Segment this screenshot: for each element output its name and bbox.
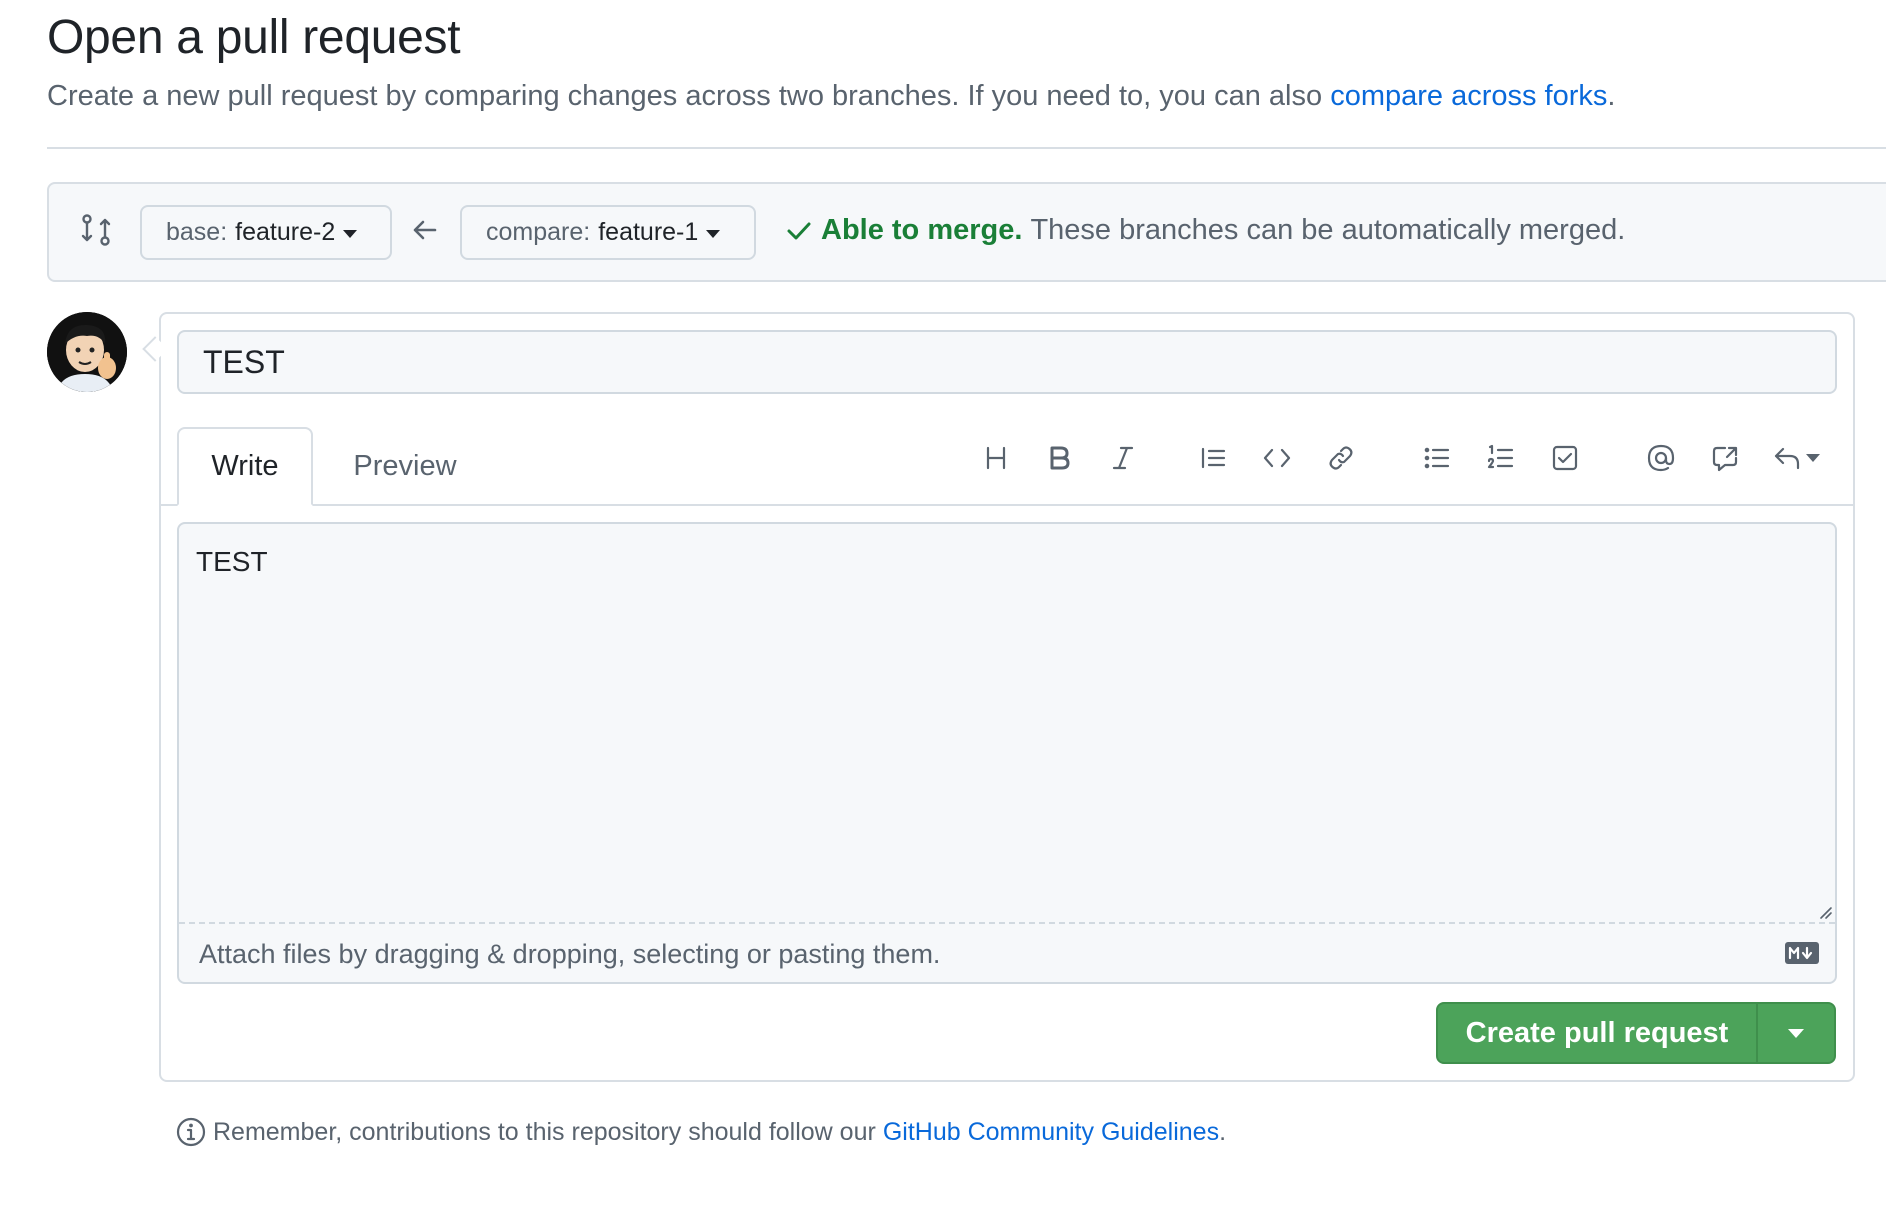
markdown-icon[interactable] bbox=[1785, 942, 1819, 964]
compare-branch-select[interactable]: compare: feature-1 bbox=[460, 205, 756, 260]
create-pull-request-button[interactable]: Create pull request bbox=[1436, 1002, 1836, 1064]
italic-icon[interactable] bbox=[1106, 441, 1140, 475]
avatar bbox=[47, 312, 127, 392]
cross-reference-icon[interactable] bbox=[1708, 441, 1742, 475]
bold-icon[interactable] bbox=[1042, 441, 1076, 475]
merge-status-ok: Able to merge. bbox=[821, 214, 1023, 246]
chevron-down-icon bbox=[1806, 454, 1820, 462]
body-textarea[interactable]: TEST Attach files by dragging & dropping… bbox=[177, 522, 1837, 984]
check-icon bbox=[787, 222, 811, 239]
title-input[interactable] bbox=[177, 330, 1837, 394]
create-pull-request-label[interactable]: Create pull request bbox=[1438, 1004, 1756, 1062]
page-title: Open a pull request bbox=[47, 11, 461, 64]
create-options-dropdown[interactable] bbox=[1758, 1004, 1834, 1062]
compare-label: compare: bbox=[486, 218, 591, 246]
saved-reply-icon[interactable] bbox=[1772, 441, 1832, 475]
chevron-down-icon bbox=[1788, 1028, 1804, 1038]
compare-across-forks-link[interactable]: compare across forks bbox=[1330, 80, 1607, 112]
chevron-down-icon bbox=[343, 230, 358, 238]
page: Open a pull request Create a new pull re… bbox=[0, 0, 1886, 1210]
base-branch-select[interactable]: base: feature-2 bbox=[140, 205, 392, 260]
attach-files-text[interactable]: Attach files by dragging & dropping, sel… bbox=[199, 939, 940, 970]
merge-status-message: These branches can be automatically merg… bbox=[1030, 214, 1626, 246]
body-text: TEST bbox=[196, 546, 268, 577]
heading-icon[interactable] bbox=[979, 441, 1013, 475]
chevron-down-icon bbox=[706, 230, 721, 238]
base-branch-name: feature-2 bbox=[235, 218, 336, 246]
resize-handle-icon[interactable] bbox=[1817, 904, 1833, 920]
git-compare-icon bbox=[81, 214, 111, 246]
quote-icon[interactable] bbox=[1196, 441, 1230, 475]
header-divider bbox=[47, 147, 1886, 149]
subtitle-text: Create a new pull request by comparing c… bbox=[47, 80, 1323, 112]
note-end: . bbox=[1219, 1117, 1227, 1146]
note-text: Remember, contributions to this reposito… bbox=[213, 1117, 876, 1146]
task-list-icon[interactable] bbox=[1548, 441, 1582, 475]
merge-status: Able to merge. These branches can be aut… bbox=[785, 214, 1625, 247]
base-label: base: bbox=[166, 218, 228, 246]
bulleted-list-icon[interactable] bbox=[1420, 441, 1454, 475]
info-icon bbox=[176, 1117, 206, 1147]
link-icon[interactable] bbox=[1324, 441, 1358, 475]
code-icon[interactable] bbox=[1260, 441, 1294, 475]
attach-divider bbox=[179, 922, 1835, 924]
numbered-list-icon[interactable] bbox=[1484, 441, 1518, 475]
tab-write[interactable]: Write bbox=[177, 427, 313, 506]
tab-preview[interactable]: Preview bbox=[340, 427, 470, 506]
mention-icon[interactable] bbox=[1644, 441, 1678, 475]
page-subtitle: Create a new pull request by comparing c… bbox=[47, 80, 1615, 113]
subtitle-end: . bbox=[1607, 80, 1616, 112]
arrow-left-icon bbox=[413, 220, 437, 240]
community-guidelines-note: Remember, contributions to this reposito… bbox=[175, 1116, 1226, 1148]
compare-branch-name: feature-1 bbox=[598, 218, 699, 246]
community-guidelines-link[interactable]: GitHub Community Guidelines bbox=[883, 1118, 1219, 1147]
